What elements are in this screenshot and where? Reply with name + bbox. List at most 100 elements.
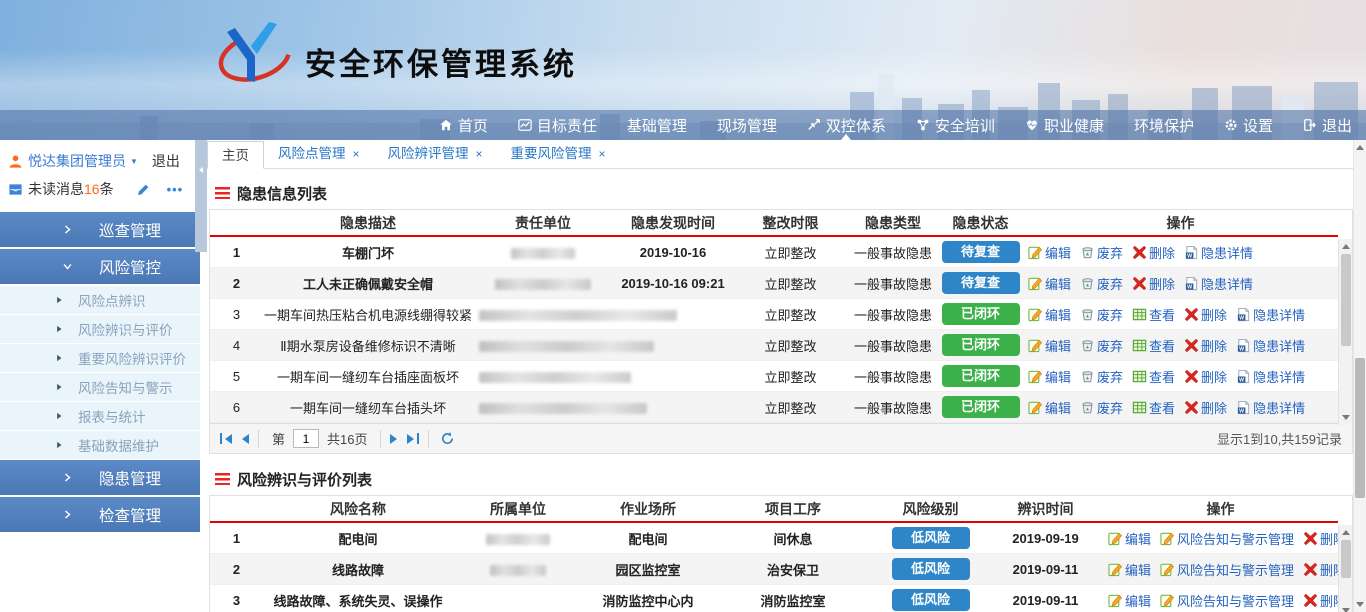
close-icon[interactable]: × [353, 147, 360, 161]
table-scrollbar[interactable] [1338, 239, 1352, 425]
tab-home[interactable]: 主页 [207, 141, 264, 169]
danger-detail-link[interactable]: 隐患详情 [1236, 305, 1305, 324]
table-row[interactable]: 6 一期车间一缝纫车台插头坏 立即整改 一般事故隐患 已闭环 编辑 废弃 查看 … [210, 392, 1338, 423]
nav-settings[interactable]: 设置 [1224, 110, 1273, 140]
delete-link[interactable]: 删除 [1184, 305, 1227, 324]
scroll-down-icon[interactable] [1339, 604, 1352, 612]
close-icon[interactable]: × [476, 147, 483, 161]
table-row[interactable]: 2 线路故障 园区监控室 治安保卫 低风险 2019-09-11 编辑 风险告知… [210, 554, 1338, 585]
sidebar-subitem-risk-point-identification[interactable]: 风险点辨识 [0, 286, 200, 315]
sidebar-item-risk-control[interactable]: 风险管控 [0, 249, 200, 284]
sidebar-item-patrol-management[interactable]: 巡查管理 [0, 212, 200, 247]
tab-major-risk-management[interactable]: 重要风险管理× [497, 140, 620, 168]
sidebar-subitem-reports-statistics[interactable]: 报表与统计 [0, 402, 200, 431]
page-scrollbar[interactable] [1353, 140, 1366, 612]
danger-detail-link[interactable]: 隐患详情 [1184, 274, 1253, 293]
edit-link[interactable]: 编辑 [1028, 243, 1071, 262]
delete-link[interactable]: 删除 [1184, 367, 1227, 386]
table-row[interactable]: 1 配电间 配电间 间休息 低风险 2019-09-19 编辑 风险告知与警示管… [210, 523, 1338, 554]
scroll-up-icon[interactable] [1354, 141, 1366, 154]
scroll-up-icon[interactable] [1339, 240, 1352, 253]
nav-safety-training[interactable]: 安全培训 [916, 110, 995, 140]
danger-detail-link[interactable]: 隐患详情 [1236, 398, 1305, 417]
edit-icon [1028, 369, 1043, 384]
table-row[interactable]: 3 线路故障、系统失灵、误操作 消防监控中心内 消防监控室 低风险 2019-0… [210, 585, 1338, 612]
nav-dual-control[interactable]: 双控体系 [807, 110, 886, 140]
scroll-down-icon[interactable] [1339, 411, 1352, 424]
table-row[interactable]: 1 车棚门坏 2019-10-16 立即整改 一般事故隐患 待复查 编辑 废弃 … [210, 237, 1338, 268]
delete-link[interactable]: 删除 [1184, 336, 1227, 355]
delete-link[interactable]: 删除 [1132, 274, 1175, 293]
edit-link[interactable]: 编辑 [1108, 591, 1151, 610]
discard-link[interactable]: 废弃 [1080, 336, 1123, 355]
edit-link[interactable]: 编辑 [1028, 274, 1071, 293]
nav-occupational-health[interactable]: 职业健康 [1025, 110, 1104, 140]
table-row[interactable]: 2 工人未正确佩戴安全帽 2019-10-16 09:21 立即整改 一般事故隐… [210, 268, 1338, 299]
view-link[interactable]: 查看 [1132, 398, 1175, 417]
view-link[interactable]: 查看 [1132, 367, 1175, 386]
risk-notice-link[interactable]: 风险告知与警示管理 [1160, 529, 1294, 548]
sidebar-subitem-risk-identification-evaluation[interactable]: 风险辨识与评价 [0, 315, 200, 344]
discard-link[interactable]: 废弃 [1080, 243, 1123, 262]
edit-link[interactable]: 编辑 [1028, 336, 1071, 355]
danger-detail-link[interactable]: 隐患详情 [1236, 367, 1305, 386]
sidebar-item-inspection-management[interactable]: 检查管理 [0, 497, 200, 532]
nav-home[interactable]: 首页 [439, 110, 488, 140]
edit-link[interactable]: 编辑 [1028, 398, 1071, 417]
sidebar-collapse-handle[interactable] [195, 140, 207, 252]
next-page-button[interactable] [390, 434, 397, 444]
discard-link[interactable]: 废弃 [1080, 305, 1123, 324]
edit-link[interactable]: 编辑 [1028, 305, 1071, 324]
tab-risk-evaluation-management[interactable]: 风险辨评管理× [374, 140, 497, 168]
table-scrollbar[interactable] [1338, 525, 1352, 612]
prev-page-button[interactable] [242, 434, 249, 444]
discard-link[interactable]: 废弃 [1080, 398, 1123, 417]
scroll-down-icon[interactable] [1354, 598, 1366, 611]
last-page-button[interactable] [407, 433, 419, 444]
unread-messages-link[interactable]: 未读消息16条 [28, 179, 114, 199]
scrollbar-thumb[interactable] [1341, 540, 1351, 578]
view-link[interactable]: 查看 [1132, 305, 1175, 324]
sidebar-subitem-risk-notification-warning[interactable]: 风险告知与警示 [0, 373, 200, 402]
nav-logout[interactable]: 退出 [1303, 110, 1352, 140]
sidebar-subitem-major-risk-identification[interactable]: 重要风险辨识评价 [0, 344, 200, 373]
sidebar-item-hidden-danger-management[interactable]: 隐患管理 [0, 460, 200, 495]
scrollbar-thumb[interactable] [1355, 358, 1365, 498]
nav-target-responsibility[interactable]: 目标责任 [518, 110, 597, 140]
table-row[interactable]: 3 一期车间热压粘合机电源线绷得较紧 立即整改 一般事故隐患 已闭环 编辑 废弃… [210, 299, 1338, 330]
user-name[interactable]: 悦达集团管理员 [28, 151, 126, 171]
view-table-icon [1132, 400, 1147, 415]
inbox-icon [8, 182, 23, 197]
more-options-icon[interactable]: ••• [167, 182, 184, 197]
risk-notice-link[interactable]: 风险告知与警示管理 [1160, 560, 1294, 579]
edit-link[interactable]: 编辑 [1108, 529, 1151, 548]
discard-icon [1080, 338, 1095, 353]
page-number-input[interactable] [293, 429, 319, 448]
scroll-up-icon[interactable] [1339, 526, 1352, 539]
user-dropdown-caret-icon[interactable]: ▼ [130, 157, 138, 166]
nav-basic-management[interactable]: 基础管理 [627, 110, 687, 140]
sidebar-subitem-basic-data-maintenance[interactable]: 基础数据维护 [0, 431, 200, 460]
edit-link[interactable]: 编辑 [1028, 367, 1071, 386]
danger-detail-link[interactable]: 隐患详情 [1236, 336, 1305, 355]
discard-link[interactable]: 废弃 [1080, 367, 1123, 386]
discard-link[interactable]: 废弃 [1080, 274, 1123, 293]
risk-notice-link[interactable]: 风险告知与警示管理 [1160, 591, 1294, 610]
refresh-icon[interactable] [440, 431, 455, 446]
risk-level-badge: 低风险 [892, 527, 970, 549]
scrollbar-thumb[interactable] [1341, 254, 1351, 346]
tab-risk-point-management[interactable]: 风险点管理× [264, 140, 374, 168]
first-page-button[interactable] [220, 433, 232, 444]
compose-pencil-icon[interactable] [136, 182, 151, 197]
nav-site-management[interactable]: 现场管理 [717, 110, 777, 140]
delete-link[interactable]: 删除 [1132, 243, 1175, 262]
view-link[interactable]: 查看 [1132, 336, 1175, 355]
delete-link[interactable]: 删除 [1184, 398, 1227, 417]
close-icon[interactable]: × [599, 147, 606, 161]
sidebar-logout-link[interactable]: 退出 [152, 151, 180, 171]
nav-environment[interactable]: 环境保护 [1134, 110, 1194, 140]
edit-link[interactable]: 编辑 [1108, 560, 1151, 579]
danger-detail-link[interactable]: 隐患详情 [1184, 243, 1253, 262]
table-row[interactable]: 4 Ⅱ期水泵房设备维修标识不清晰 立即整改 一般事故隐患 已闭环 编辑 废弃 查… [210, 330, 1338, 361]
table-row[interactable]: 5 一期车间一缝纫车台插座面板坏 立即整改 一般事故隐患 已闭环 编辑 废弃 查… [210, 361, 1338, 392]
